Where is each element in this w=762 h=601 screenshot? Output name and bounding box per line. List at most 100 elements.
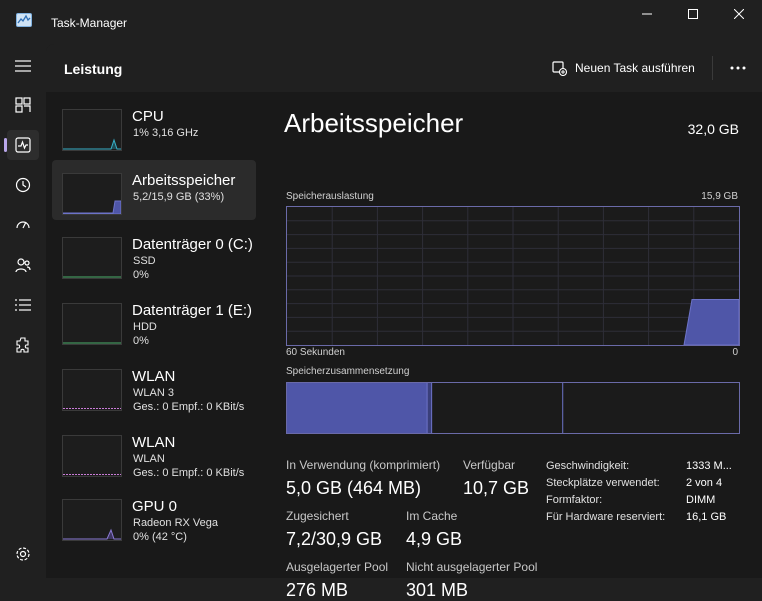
nonpaged-pool-label: Nicht ausgelagerter Pool <box>406 560 538 574</box>
device-name: WLAN <box>132 368 176 385</box>
device-adapter: WLAN <box>133 453 165 465</box>
new-task-icon <box>552 60 567 76</box>
device-name: Arbeitsspeicher <box>132 172 236 189</box>
gpu-thumbnail-graph <box>62 499 122 541</box>
hw-reserved-value: 16,1 GB <box>686 511 727 523</box>
nav-details[interactable] <box>7 290 39 320</box>
navigation-sidebar <box>0 44 46 578</box>
device-name: GPU 0 <box>132 498 178 515</box>
maximize-button[interactable] <box>670 4 716 24</box>
slots-label: Steckplätze verwendet: <box>546 477 660 489</box>
in-use-value: 5,0 GB (464 MB) <box>286 478 422 498</box>
device-throughput: Ges.: 0 Empf.: 0 KBit/s <box>133 467 245 479</box>
form-factor-label: Formfaktor: <box>546 494 603 506</box>
detail-total-memory: 32,0 GB <box>687 121 739 137</box>
device-usage: 0% <box>133 269 149 281</box>
nonpaged-pool-value: 301 MB <box>406 580 469 600</box>
app-history-icon <box>15 177 31 193</box>
settings-icon <box>16 547 30 561</box>
device-memory[interactable]: Arbeitsspeicher 5,2/15,9 GB (33%) <box>52 160 256 220</box>
disk1-thumbnail-graph <box>62 303 122 345</box>
device-adapter: WLAN 3 <box>133 387 174 399</box>
run-new-task-label: Neuen Task ausführen <box>575 61 695 75</box>
minimize-button[interactable] <box>624 4 670 24</box>
main-panel: Leistung Neuen Task ausführen CPU 1% 3,1… <box>46 44 762 600</box>
available-label: Verfügbar <box>463 458 516 472</box>
paged-pool-label: Ausgelagerter Pool <box>286 560 389 574</box>
memory-thumbnail-graph <box>62 173 122 215</box>
committed-label: Zugesichert <box>286 509 349 523</box>
nav-settings[interactable] <box>7 539 39 569</box>
close-icon <box>734 9 744 19</box>
graph-time-left: 60 Sekunden <box>286 347 345 358</box>
details-icon <box>15 299 31 311</box>
composition-modified-segment <box>427 383 432 433</box>
memory-usage-graph <box>286 206 740 346</box>
device-usage: 0% <box>133 335 149 347</box>
speed-value: 1333 M... <box>686 460 732 472</box>
cached-label: Im Cache <box>406 509 458 523</box>
memory-usage-chart <box>287 207 740 346</box>
close-button[interactable] <box>716 4 762 24</box>
page-header: Leistung Neuen Task ausführen <box>46 44 762 92</box>
performance-icon <box>15 137 31 153</box>
device-name: WLAN <box>132 434 176 451</box>
device-wlan-3[interactable]: WLAN WLAN 3 Ges.: 0 Empf.: 0 KBit/s <box>52 356 256 416</box>
hw-reserved-label: Für Hardware reserviert: <box>546 511 666 523</box>
hamburger-menu-button[interactable] <box>7 51 39 81</box>
device-name: CPU <box>132 108 164 125</box>
usage-graph-max: 15,9 GB <box>701 191 738 202</box>
cached-value: 4,9 GB <box>406 529 463 549</box>
device-throughput: Ges.: 0 Empf.: 0 KBit/s <box>133 401 245 413</box>
run-new-task-button[interactable]: Neuen Task ausführen <box>552 55 695 81</box>
in-use-label: In Verwendung (komprimiert) <box>286 458 441 472</box>
device-detail: 5,2/15,9 GB (33%) <box>133 191 225 203</box>
device-name: Datenträger 0 (C:) <box>132 236 253 253</box>
wlan-thumbnail-graph <box>62 435 122 477</box>
device-cpu[interactable]: CPU 1% 3,16 GHz <box>52 96 256 156</box>
disk0-thumbnail-graph <box>62 237 122 279</box>
detail-title: Arbeitsspeicher <box>284 108 464 138</box>
device-disk-0[interactable]: Datenträger 0 (C:) SSD 0% <box>52 224 256 284</box>
nav-users[interactable] <box>7 250 39 280</box>
services-icon <box>16 337 29 353</box>
device-detail: 1% 3,16 GHz <box>133 127 199 139</box>
paged-pool-value: 276 MB <box>286 580 349 600</box>
processes-icon <box>15 97 31 113</box>
nav-performance[interactable] <box>4 130 39 160</box>
nav-services[interactable] <box>7 330 39 360</box>
speed-label: Geschwindigkeit: <box>546 460 630 472</box>
more-options-icon <box>730 66 746 70</box>
device-gpu-0[interactable]: GPU 0 Radeon RX Vega 0% (42 °C) <box>52 486 256 546</box>
memory-composition-chart <box>287 383 564 433</box>
device-type: SSD <box>133 255 156 267</box>
nav-app-history[interactable] <box>7 170 39 200</box>
device-type: HDD <box>133 321 157 333</box>
cpu-thumbnail-graph <box>62 109 122 151</box>
minimize-icon <box>642 13 652 15</box>
committed-value: 7,2/30,9 GB <box>286 529 383 549</box>
composition-label: Speicherzusammensetzung <box>286 366 410 377</box>
form-factor-value: DIMM <box>686 494 716 506</box>
window-title: Task-Manager <box>51 16 128 30</box>
maximize-icon <box>688 9 698 19</box>
device-wlan[interactable]: WLAN WLAN Ges.: 0 Empf.: 0 KBit/s <box>52 422 256 482</box>
wlan3-thumbnail-graph <box>62 369 122 411</box>
available-value: 10,7 GB <box>463 478 530 498</box>
hamburger-menu-icon <box>15 60 31 72</box>
device-disk-1[interactable]: Datenträger 1 (E:) HDD 0% <box>52 290 256 350</box>
graph-time-right: 0 <box>732 347 738 358</box>
device-name: Datenträger 1 (E:) <box>132 302 253 319</box>
title-bar: Task-Manager <box>0 0 762 44</box>
usage-graph-label: Speicherauslastung <box>286 191 374 202</box>
task-manager-app-icon <box>16 13 32 27</box>
users-icon <box>15 258 31 273</box>
startup-apps-icon <box>16 221 30 229</box>
nav-processes[interactable] <box>7 90 39 120</box>
more-options-button[interactable] <box>726 56 750 80</box>
composition-in-use-segment <box>287 383 428 433</box>
header-divider <box>712 56 713 80</box>
device-model: Radeon RX Vega <box>133 517 219 529</box>
nav-startup-apps[interactable] <box>7 210 39 240</box>
page-title: Leistung <box>64 61 123 77</box>
